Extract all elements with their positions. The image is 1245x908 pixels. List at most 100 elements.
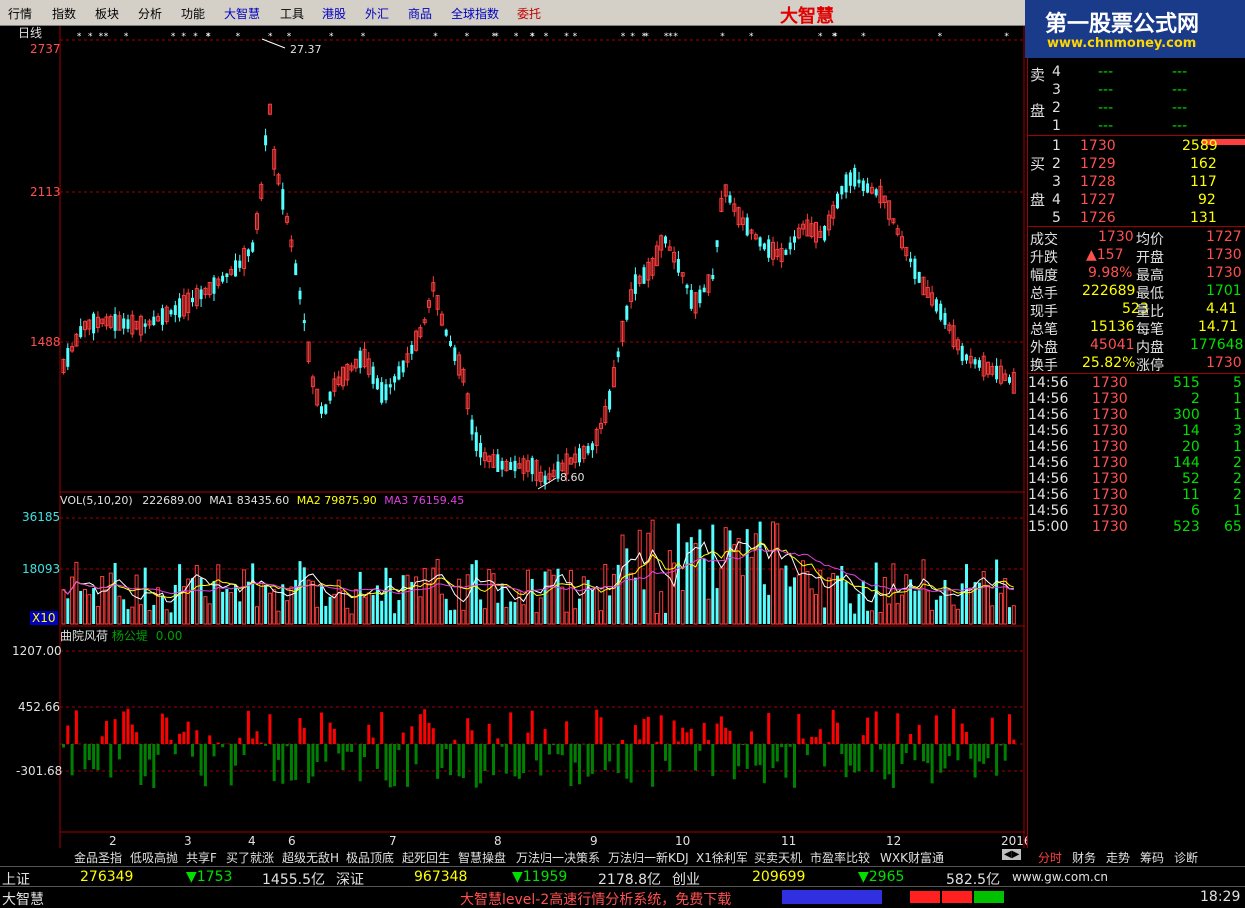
cy-index: 209699 — [752, 869, 806, 885]
indicator-bar-negative — [337, 744, 341, 754]
candle-down — [324, 404, 328, 414]
indicator-bar-positive — [453, 739, 457, 744]
volume-bar-down — [943, 580, 947, 624]
indicator-bar-negative — [586, 744, 590, 777]
candle-down — [513, 460, 517, 472]
signal-marker: * — [206, 32, 211, 42]
buy-row-3[interactable]: 3 1728 117 — [1028, 173, 1245, 191]
signal-marker: * — [621, 32, 626, 42]
candle-down — [943, 313, 947, 325]
signal-marker: * — [514, 32, 519, 42]
indicator-bar-positive — [818, 729, 822, 744]
progress-bar — [782, 890, 882, 904]
volume-bar-down — [298, 561, 302, 624]
tab-indicator-6[interactable]: 极品顶底 — [346, 849, 394, 866]
volume-bar-down — [199, 577, 203, 624]
menu-tools[interactable]: 工具 — [280, 5, 304, 22]
indicator-bar-negative — [732, 744, 736, 780]
buy-row-2[interactable]: 2 1729 162 — [1028, 155, 1245, 173]
menu-sector[interactable]: 板块 — [95, 5, 119, 22]
indicator-bar-negative — [221, 744, 225, 748]
menu-fx[interactable]: 外汇 — [365, 5, 389, 22]
candle-down — [126, 319, 130, 329]
candle-down — [934, 299, 938, 312]
menu-analysis[interactable]: 分析 — [138, 5, 162, 22]
indicator-bar-negative — [805, 744, 809, 756]
menu-hk[interactable]: 港股 — [322, 5, 346, 22]
site-url[interactable]: www.gw.com.cn — [1012, 870, 1108, 884]
ad-banner[interactable]: 大智慧level-2高速行情分析系统，免费下载 — [460, 889, 731, 908]
menu-dzh[interactable]: 大智慧 — [224, 5, 260, 22]
tab-indicator-12[interactable]: 买卖天机 — [754, 849, 802, 866]
indicator-bar-positive — [909, 734, 913, 744]
indicator-bar-negative — [117, 744, 121, 760]
tab-indicator-2[interactable]: 低吸高抛 — [130, 849, 178, 866]
tab-trend[interactable]: 走势 — [1106, 849, 1130, 866]
buy-row-4[interactable]: 4 1727 92 — [1028, 191, 1245, 209]
menu-index[interactable]: 指数 — [52, 5, 76, 22]
buy-row-1[interactable]: 1 1730 2589 — [1028, 137, 1245, 155]
tab-diagnosis[interactable]: 诊断 — [1174, 849, 1198, 866]
kline-chart[interactable]: ** * ** ** ** ** * ** * * *** ** *** ** *** * ** ** * ** *** — [0, 26, 1025, 848]
tab-indicator-3[interactable]: 共享F — [186, 849, 217, 866]
volume-bar-down — [758, 521, 762, 624]
sell-row-2[interactable]: 2 --- --- — [1028, 99, 1245, 117]
tab-indicator-1[interactable]: 金品圣指 — [74, 849, 122, 866]
indicator-bar-positive — [681, 727, 685, 744]
volume-bar-down — [246, 581, 250, 624]
menu-quote[interactable]: 行情 — [8, 5, 32, 22]
candle-down — [474, 432, 478, 451]
tab-scroll-arrows[interactable]: ◀▶ — [1002, 849, 1022, 860]
tab-indicator-4[interactable]: 买了就涨 — [226, 849, 274, 866]
menu-commodity[interactable]: 商品 — [408, 5, 432, 22]
buy-row-5[interactable]: 5 1726 131 — [1028, 209, 1245, 227]
menu-trade[interactable]: 委托 — [517, 5, 541, 22]
tab-indicator-5[interactable]: 超级无敌H — [282, 849, 339, 866]
candle-down — [728, 195, 732, 203]
indicator-bar-positive — [509, 712, 513, 744]
stat-row-4: 总手 222689 最低 1701 — [1030, 283, 1242, 302]
sell-row-1[interactable]: 1 --- --- — [1028, 117, 1245, 135]
menu-global[interactable]: 全球指数 — [451, 5, 499, 22]
volume-bar-down — [767, 594, 771, 624]
sell-row-3[interactable]: 3 --- --- — [1028, 81, 1245, 99]
indicator-bar-negative — [904, 744, 908, 754]
tab-indicator-10[interactable]: 万法归一新KDJ — [608, 849, 689, 866]
tab-intraday[interactable]: 分时 — [1038, 849, 1062, 866]
indicator-bar-positive — [814, 737, 818, 744]
tab-indicator-8[interactable]: 智慧操盘 — [458, 849, 506, 866]
sell-row-4[interactable]: 4 --- --- — [1028, 63, 1245, 81]
tab-indicator-14[interactable]: WXK财富通 — [880, 849, 944, 866]
indicator-bar-positive — [801, 738, 805, 744]
tab-indicator-11[interactable]: X1徐利军 — [696, 849, 748, 866]
candle-down — [358, 350, 362, 368]
indicator-bar-positive — [178, 733, 182, 744]
volume-bar-down — [126, 609, 130, 624]
indicator-legend: 曲院风荷 杨公堤 0.00 — [60, 627, 182, 644]
indicator-bar-negative — [784, 744, 788, 778]
menu-function[interactable]: 功能 — [181, 5, 205, 22]
tab-finance[interactable]: 财务 — [1072, 849, 1096, 866]
volume-legend: VOL(5,10,20) 222689.00 MA1 83435.60 MA2 … — [60, 494, 464, 507]
indicator-bar-negative — [264, 744, 268, 746]
tab-indicator-7[interactable]: 起死回生 — [402, 849, 450, 866]
volume-bar-down — [793, 577, 796, 624]
tab-chips[interactable]: 筹码 — [1140, 849, 1164, 866]
indicator-bar-negative — [363, 744, 366, 758]
indicator-bar-negative — [483, 744, 487, 772]
tab-indicator-13[interactable]: 市盈率比较 — [810, 849, 870, 866]
indicator-bar-negative — [775, 744, 779, 762]
signal-marker: * — [720, 32, 725, 42]
market-breadth-bars — [910, 891, 1010, 903]
signal-marker: * — [544, 32, 549, 42]
volume-bar-down — [371, 595, 375, 624]
volume-bar-down — [625, 548, 629, 624]
signal-marker: * — [171, 32, 176, 42]
tab-indicator-9[interactable]: 万法归一决策系 — [516, 849, 600, 866]
volume-bar-down — [934, 599, 938, 624]
indicator-bar-negative — [504, 744, 508, 774]
indicator-bar-positive — [621, 739, 624, 744]
candle-down — [238, 260, 242, 268]
indicator-bar-negative — [560, 744, 564, 756]
indicator-bar-positive — [328, 722, 332, 744]
